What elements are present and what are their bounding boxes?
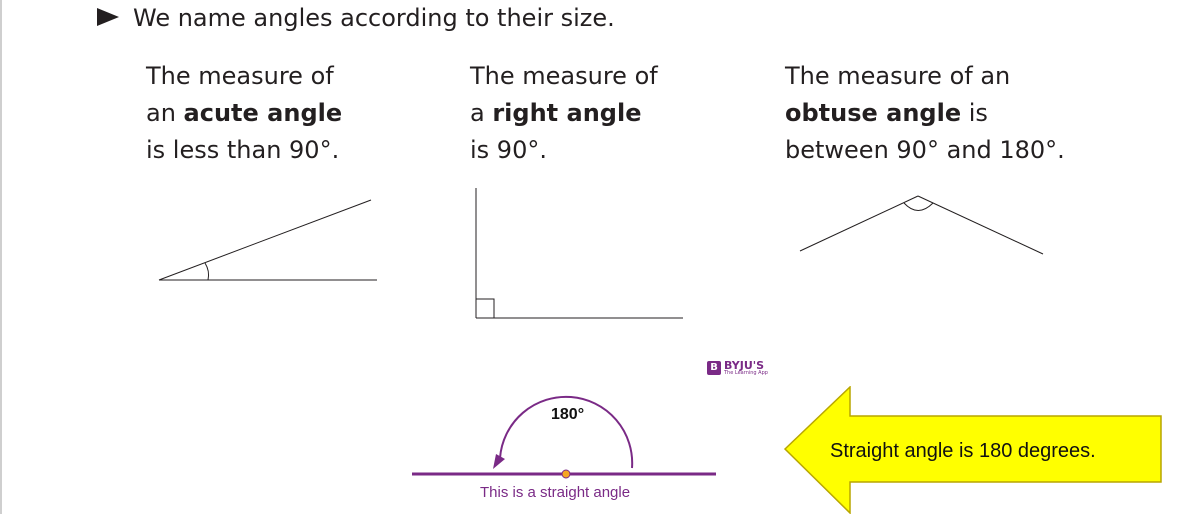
logo-text: BYJU'S The Learning App	[724, 360, 768, 376]
acute-angle-arc	[204, 262, 210, 281]
obtuse-right-ray	[917, 195, 1044, 255]
logo-mark-icon: B	[707, 361, 721, 375]
right-angle-figure	[475, 188, 683, 319]
acute-angle-figure	[158, 199, 377, 281]
straight-angle-label: 180°	[551, 406, 585, 423]
vertex-dot	[561, 469, 571, 479]
obtuse-left-ray	[799, 195, 919, 252]
callout-text: Straight angle is 180 degrees.	[830, 440, 1096, 462]
byjus-logo: B BYJU'S The Learning App	[707, 360, 768, 376]
arc-arrowhead-icon	[493, 454, 505, 469]
obtuse-angle-arc	[903, 202, 934, 211]
straight-angle-caption: This is a straight angle	[480, 484, 631, 501]
acute-upper-ray	[158, 199, 372, 281]
obtuse-angle-figure	[799, 195, 1044, 255]
right-angle-square	[476, 298, 495, 318]
logo-tagline: The Learning App	[724, 370, 768, 376]
